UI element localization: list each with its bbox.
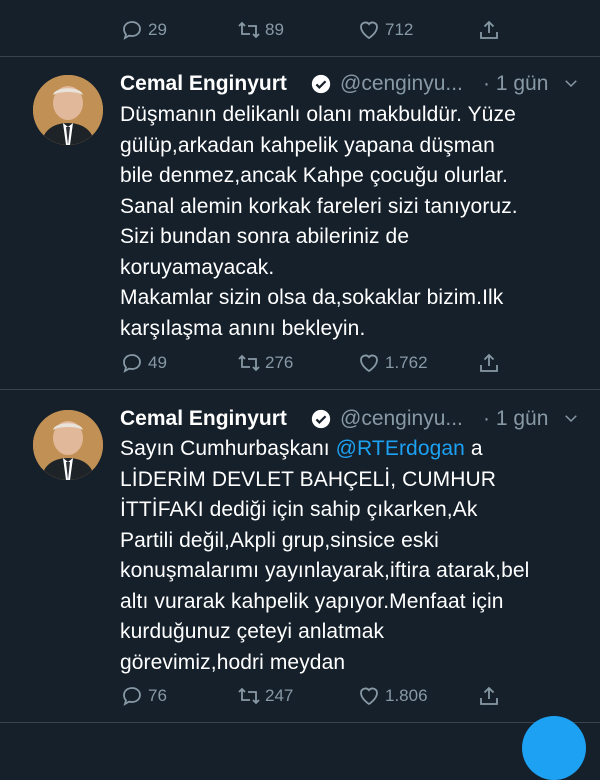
like-button[interactable]: 1.806: [357, 681, 428, 711]
compose-tweet-button[interactable]: [522, 716, 586, 780]
reply-count: 49: [148, 353, 167, 372]
tweet-line: altı vurarak kahpelik yapıyor.Menfaat iç…: [120, 589, 504, 613]
like-count: 1.762: [385, 353, 428, 372]
avatar[interactable]: [33, 75, 103, 145]
tweet-time[interactable]: · 1 gün: [483, 407, 548, 431]
divider: [0, 389, 600, 390]
like-count: 1.806: [385, 686, 428, 705]
tweet-text-fragment: a: [464, 437, 483, 460]
tweet-actions: 76 247 1.806: [120, 681, 560, 711]
verified-icon: [311, 409, 331, 429]
verified-icon: [311, 74, 331, 94]
retweet-icon: [238, 21, 260, 39]
tweet-text-fragment: Sayın Cumhurbaşkanı: [120, 437, 336, 460]
reply-icon: [123, 354, 141, 373]
retweet-button[interactable]: 247: [237, 681, 293, 711]
chevron-down-icon[interactable]: [562, 74, 580, 92]
like-icon: [360, 354, 378, 373]
tweet-line: Sayın Cumhurbaşkanı @RTErdogan a: [120, 434, 575, 465]
author-name[interactable]: Cemal Enginyurt: [120, 407, 287, 431]
retweet-count: 276: [265, 353, 294, 372]
top-tweet-actions: 29 89 712: [120, 15, 560, 45]
retweet-button[interactable]: 89: [237, 15, 284, 45]
tweet-line: Sizi bundan sonra abileriniz de: [120, 225, 410, 248]
share-button[interactable]: [477, 15, 505, 45]
tweet-line: koruyamayacak.: [120, 255, 275, 279]
tweet-line: görevimiz,hodri meydan: [120, 650, 346, 674]
like-count: 712: [385, 20, 414, 39]
retweet-count: 89: [265, 20, 284, 39]
chevron-down-icon[interactable]: [562, 409, 580, 427]
retweet-count: 247: [265, 686, 294, 705]
tweet-line: bile denmez,ancak Kahpe çocuğu olurlar.: [120, 164, 508, 187]
reply-count: 29: [148, 20, 167, 39]
like-button[interactable]: 1.762: [357, 348, 428, 378]
divider: [0, 56, 600, 57]
tweet-line: İTTİFAKI dediği için sahip çıkarken,Ak: [120, 498, 478, 521]
reply-icon: [123, 21, 141, 40]
tweet-text: Sayın Cumhurbaşkanı @RTErdogan a LİDERİM…: [120, 434, 575, 678]
tweet-line: Partili değil,Akpli grup,sinsice eski: [120, 528, 439, 552]
tweet-line: Makamlar sizin olsa da,sokaklar bizim.Il…: [120, 286, 504, 309]
mention-link[interactable]: @RTErdogan: [336, 437, 465, 460]
avatar[interactable]: [33, 410, 103, 480]
tweet-text: Düşmanın delikanlı olanı makbuldür. Yüze…: [120, 100, 575, 344]
like-icon: [360, 687, 378, 706]
tweet-line: Sanal alemin korkak fareleri sizi tanıyo…: [120, 194, 518, 218]
author-handle[interactable]: @cenginyu...: [340, 72, 463, 96]
tweet-line: kurduğunuz çeteyi anlatmak: [120, 620, 385, 643]
tweet-line: konuşmalarımı yayınlayarak,iftira atarak…: [120, 559, 530, 582]
share-icon: [480, 20, 498, 39]
reply-button[interactable]: 49: [120, 348, 167, 378]
reply-button[interactable]: 29: [120, 15, 167, 45]
tweet-line: gülüp,arkadan kahpelik yapana düşman: [120, 133, 495, 157]
reply-icon: [123, 687, 141, 706]
divider: [0, 722, 600, 723]
tweet-header: Cemal Enginyurt @cenginyu... · 1 gün: [120, 405, 580, 435]
tweet-header: Cemal Enginyurt @cenginyu... · 1 gün: [120, 70, 580, 100]
share-icon: [480, 353, 498, 372]
share-icon: [480, 686, 498, 705]
tweet-actions: 49 276 1.762: [120, 348, 560, 378]
author-handle[interactable]: @cenginyu...: [340, 407, 463, 431]
tweet-time[interactable]: · 1 gün: [483, 72, 548, 96]
tweet-line: Düşmanın delikanlı olanı makbuldür. Yüze: [120, 103, 516, 126]
retweet-button[interactable]: 276: [237, 348, 293, 378]
reply-button[interactable]: 76: [120, 681, 167, 711]
retweet-icon: [238, 354, 260, 372]
like-icon: [360, 21, 378, 40]
tweet-line: karşılaşma anını bekleyin.: [120, 316, 366, 340]
reply-count: 76: [148, 686, 167, 705]
share-button[interactable]: [477, 681, 505, 711]
share-button[interactable]: [477, 348, 505, 378]
like-button[interactable]: 712: [357, 15, 413, 45]
retweet-icon: [238, 687, 260, 705]
tweet-line: LİDERİM DEVLET BAHÇELİ, CUMHUR: [120, 467, 497, 491]
author-name[interactable]: Cemal Enginyurt: [120, 72, 287, 96]
